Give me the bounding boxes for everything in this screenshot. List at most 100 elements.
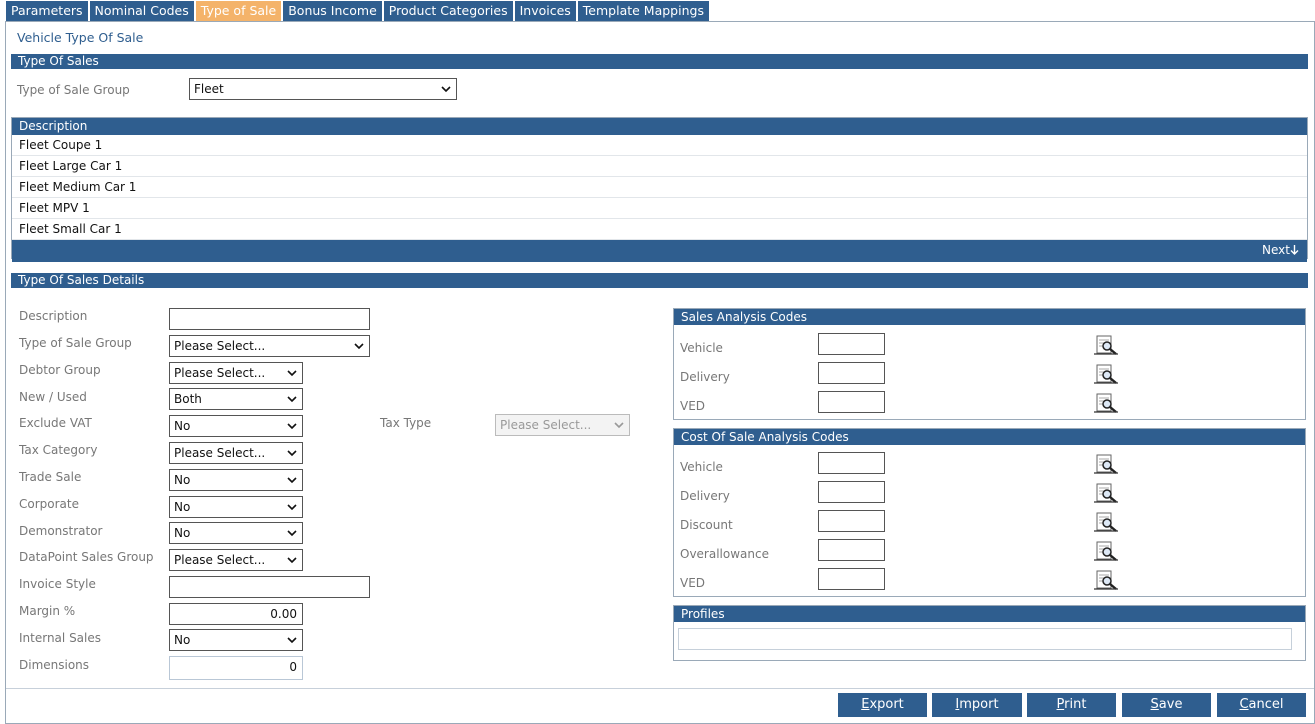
list-item[interactable]: Fleet Small Car 1 [12,219,1307,240]
chevron-down-icon [287,530,297,537]
magnifier-lookup-icon[interactable] [1091,335,1119,355]
profiles-field[interactable] [678,628,1292,650]
magnifier-lookup-icon[interactable] [1091,541,1119,561]
demonstrator-value: No [174,526,191,540]
datapoint-sales-group-value: Please Select... [174,553,266,567]
chevron-down-icon [354,343,364,350]
chevron-down-icon [287,396,297,403]
tax-category-label: Tax Category [19,443,98,457]
exclude-vat-label: Exclude VAT [19,416,92,430]
type-of-sale-group-detail-select[interactable]: Please Select... [169,335,370,357]
description-list-header: Description [12,118,1307,135]
cost-discount-code-input[interactable] [818,510,885,532]
internal-sales-select[interactable]: No [169,629,303,651]
profiles-panel: Profiles [673,605,1306,661]
margin-input[interactable]: 0.00 [169,603,303,625]
print-button-accesskey: P [1056,697,1065,712]
print-button-label: rint [1064,697,1087,712]
type-of-sales-header: Type Of Sales [11,54,1308,69]
invoice-style-label: Invoice Style [19,577,96,591]
save-button-accesskey: S [1150,697,1159,712]
internal-sales-value: No [174,633,191,647]
tab-bonus-income[interactable]: Bonus Income [283,1,382,21]
cost-overallowance-code-input[interactable] [818,539,885,561]
type-of-sale-group-label: Type of Sale Group [17,83,130,97]
cost-vehicle-code-input[interactable] [818,452,885,474]
demonstrator-select[interactable]: No [169,522,303,544]
trade-sale-value: No [174,473,191,487]
new-used-value: Both [174,392,202,406]
cost-vehicle-label: Vehicle [680,460,723,474]
cost-delivery-code-input[interactable] [818,481,885,503]
datapoint-sales-group-select[interactable]: Please Select... [169,549,303,571]
chevron-down-icon [287,450,297,457]
description-label: Description [19,309,88,323]
type-of-sale-group-detail-label: Type of Sale Group [19,336,132,350]
tax-category-select[interactable]: Please Select... [169,442,303,464]
description-input[interactable] [169,308,370,330]
cancel-button[interactable]: Cancel [1217,693,1306,717]
description-list: Description Fleet Coupe 1 Fleet Large Ca… [11,117,1308,262]
tax-type-label: Tax Type [380,416,432,430]
internal-sales-label: Internal Sales [19,631,102,645]
magnifier-lookup-icon[interactable] [1091,454,1119,474]
print-button[interactable]: Print [1027,693,1116,717]
type-of-sale-group-select[interactable]: Fleet [189,78,457,100]
dimensions-input[interactable]: 0 [169,656,303,680]
description-list-footer: Next [12,240,1307,262]
next-link[interactable]: Next [1262,243,1299,257]
corporate-label: Corporate [19,497,79,511]
save-button[interactable]: Save [1122,693,1211,717]
tax-type-value: Please Select... [500,418,592,432]
magnifier-lookup-icon[interactable] [1091,364,1119,384]
debtor-group-value: Please Select... [174,366,266,380]
import-button[interactable]: Import [932,693,1022,717]
chevron-down-icon [614,422,624,429]
import-button-label: mport [959,697,999,712]
debtor-group-select[interactable]: Please Select... [169,362,303,384]
exclude-vat-select[interactable]: No [169,415,303,437]
magnifier-lookup-icon[interactable] [1091,570,1119,590]
sales-analysis-header: Sales Analysis Codes [674,309,1305,325]
sales-vehicle-label: Vehicle [680,341,723,355]
magnifier-lookup-icon[interactable] [1091,483,1119,503]
sales-delivery-code-input[interactable] [818,362,885,384]
cost-of-sale-analysis-panel: Cost Of Sale Analysis Codes [673,428,1306,597]
list-item[interactable]: Fleet Medium Car 1 [12,177,1307,198]
tax-type-select[interactable]: Please Select... [495,414,630,436]
trade-sale-label: Trade Sale [19,470,82,484]
chevron-down-icon [287,370,297,377]
chevron-down-icon [287,637,297,644]
export-button-label: xport [869,697,904,712]
chevron-down-icon [287,557,297,564]
export-button[interactable]: Export [838,693,927,717]
dimensions-label: Dimensions [19,658,90,672]
cost-ved-code-input[interactable] [818,568,885,590]
list-item[interactable]: Fleet MPV 1 [12,198,1307,219]
sales-ved-code-input[interactable] [818,391,885,413]
sales-delivery-label: Delivery [680,370,730,384]
list-item[interactable]: Fleet Coupe 1 [12,135,1307,156]
cancel-button-label: ancel [1248,697,1284,712]
tab-type-of-sale[interactable]: Type of Sale [195,1,282,21]
save-button-label: ave [1158,697,1183,712]
corporate-select[interactable]: No [169,496,303,518]
tab-invoices[interactable]: Invoices [514,1,576,21]
tab-product-categories[interactable]: Product Categories [383,1,513,21]
magnifier-lookup-icon[interactable] [1091,393,1119,413]
debtor-group-label: Debtor Group [19,363,101,377]
trade-sale-select[interactable]: No [169,469,303,491]
arrow-down-icon [1290,245,1299,255]
magnifier-lookup-icon[interactable] [1091,512,1119,532]
list-item[interactable]: Fleet Large Car 1 [12,156,1307,177]
footer-divider [6,688,1314,689]
chevron-down-icon [287,423,297,430]
tab-nominal-codes[interactable]: Nominal Codes [89,1,194,21]
sales-vehicle-code-input[interactable] [818,333,885,355]
page-title: Vehicle Type Of Sale [17,30,144,45]
tab-template-mappings[interactable]: Template Mappings [577,1,709,21]
new-used-select[interactable]: Both [169,388,303,410]
invoice-style-input[interactable] [169,576,370,598]
tab-parameters[interactable]: Parameters [6,1,88,21]
chevron-down-icon [287,504,297,511]
